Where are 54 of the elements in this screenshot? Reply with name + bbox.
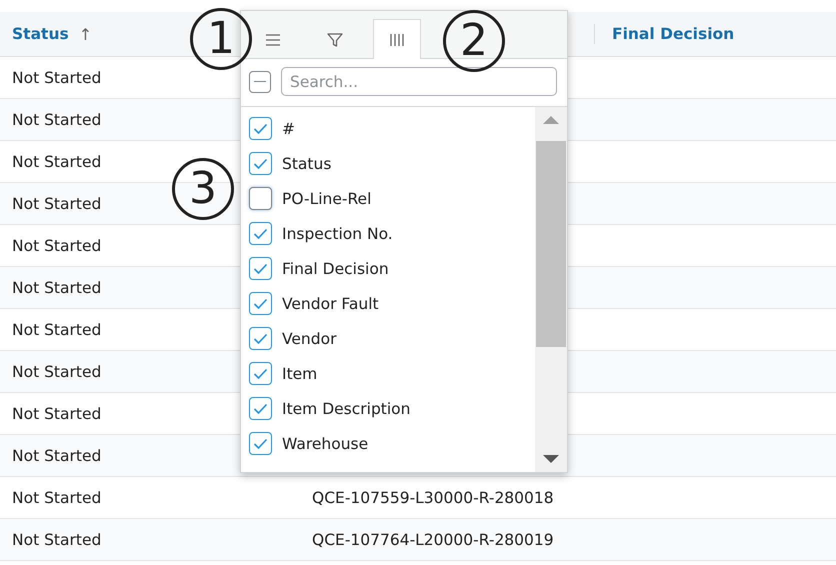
table-cell: Not Started	[12, 404, 102, 422]
checkmark-icon	[253, 262, 268, 274]
checkmark-icon	[253, 158, 268, 170]
checkbox[interactable]	[249, 292, 272, 315]
column-option-label[interactable]: Item Description	[282, 400, 410, 418]
checkmark-icon	[253, 298, 268, 310]
checkmark-icon	[253, 122, 268, 134]
checkbox[interactable]	[249, 117, 272, 140]
column-option-label[interactable]: #	[282, 120, 295, 138]
checkmark-icon	[253, 228, 268, 240]
column-header[interactable]: Final Decision	[612, 25, 734, 43]
table-cell: Not Started	[12, 152, 102, 170]
table-cell: Not Started	[12, 362, 102, 380]
sort-arrow[interactable]: ↑	[78, 24, 92, 44]
scroll-thumb[interactable]	[536, 141, 566, 347]
column-option-label[interactable]: Status	[282, 154, 332, 172]
table-cell: Not Started	[12, 488, 102, 506]
column-option-label[interactable]: Final Decision	[282, 260, 389, 278]
table-cell: Not Started	[12, 194, 102, 212]
column-option-label[interactable]: Vendor	[282, 330, 336, 348]
scrollbar[interactable]	[535, 107, 567, 472]
checkmark-icon	[253, 332, 268, 344]
table-cell: Not Started	[12, 236, 102, 254]
table-cell: Not Started	[12, 446, 102, 464]
column-option-label[interactable]: Warehouse	[282, 434, 368, 452]
numbered-circle: 2	[443, 10, 505, 72]
column-option-label[interactable]: Vendor Fault	[282, 294, 379, 312]
checkbox[interactable]	[249, 257, 272, 280]
checkmark-icon	[253, 402, 268, 414]
checkbox[interactable]	[249, 397, 272, 420]
checkbox[interactable]	[249, 152, 272, 175]
column-option-label[interactable]: Inspection No.	[282, 224, 393, 242]
table-cell: Not Started	[12, 278, 102, 296]
columns-tab[interactable]	[373, 19, 421, 59]
table-cell: Not Started	[12, 68, 102, 86]
table-cell: Not Started	[12, 530, 102, 548]
checkbox[interactable]	[249, 327, 272, 350]
table-cell: QCE-107559-L30000-R-280018	[312, 488, 554, 506]
table-cell: QCE-107764-L20000-R-280019	[312, 530, 554, 548]
numbered-circle: 3	[172, 158, 234, 220]
checkmark-icon	[253, 368, 268, 380]
table-cell: Not Started	[12, 320, 102, 338]
column-header[interactable]: Status	[12, 25, 69, 43]
checkbox[interactable]	[249, 187, 272, 210]
checkbox[interactable]	[249, 362, 272, 385]
search-field[interactable]: Search...	[281, 67, 557, 96]
checkmark-icon	[253, 438, 268, 450]
column-option-label[interactable]: PO-Line-Rel	[282, 190, 372, 208]
select-all-checkbox[interactable]	[249, 70, 271, 92]
checkbox[interactable]	[249, 432, 272, 455]
numbered-circle: 1	[190, 8, 252, 70]
checkbox[interactable]	[249, 222, 272, 245]
column-option-label[interactable]: Item	[282, 364, 318, 382]
table-cell: Not Started	[12, 110, 102, 128]
